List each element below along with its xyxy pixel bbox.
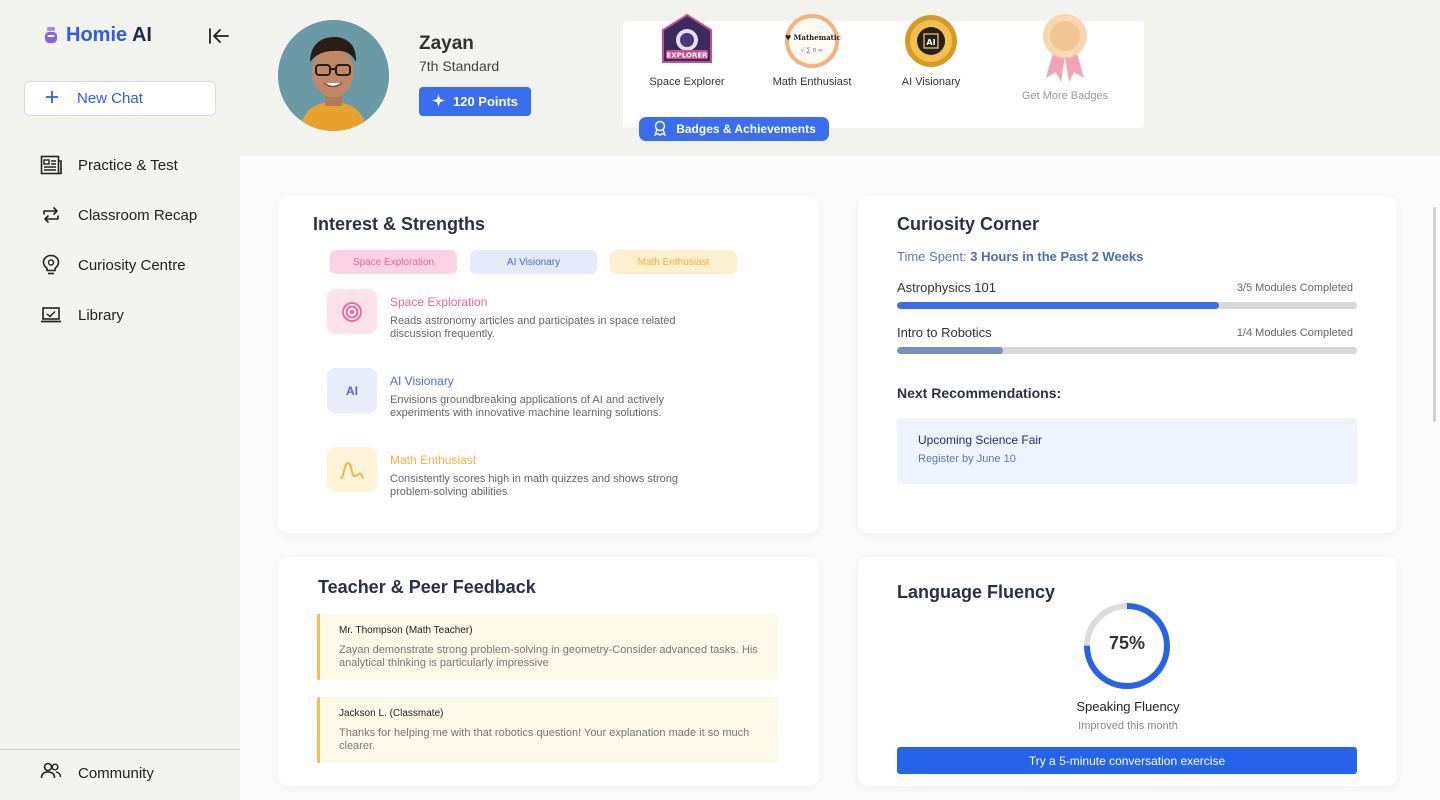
chip-space-exploration[interactable]: Space Exploration [330,250,457,274]
badges-button-label: Badges & Achievements [676,122,816,136]
sidebar-divider [0,749,240,750]
course-name: Intro to Robotics [897,325,992,340]
time-spent: Time Spent: 3 Hours in the Past 2 Weeks [897,249,1144,264]
users-icon [40,762,62,784]
sidebar-item-library[interactable]: Library [40,290,197,340]
get-more-badges-label: Get More Badges [1021,90,1109,102]
sidebar-item-classroom-recap[interactable]: Classroom Recap [40,190,197,240]
sidebar-item-practice-test[interactable]: Practice & Test [40,140,197,190]
course-progress-track [897,302,1357,309]
interest-title: Interest & Strengths [313,214,486,234]
feedback-author: Mr. Thompson (Math Teacher) [339,625,473,636]
medal-icon [652,120,668,139]
plus-icon [45,90,59,108]
course-name: Astrophysics 101 [897,280,996,295]
recommendation-subtitle: Register by June 10 [918,453,1016,465]
sidebar-item-curiosity-centre[interactable]: Curiosity Centre [40,240,197,290]
badge-space-explorer[interactable]: EXPLORER Space Explorer [632,12,742,88]
badge-math-enthusiast[interactable]: I ♥ Mathematics √ ∑ π ∞ Math Enthusiast [757,12,867,88]
chip-ai-visionary[interactable]: AI Visionary [470,250,597,274]
profile-name: Zayan [419,33,474,54]
feedback-item: Mr. Thompson (Math Teacher) Zayan demons… [317,614,778,680]
sidebar-item-label: Classroom Recap [78,206,198,224]
recommendation-card[interactable]: Upcoming Science Fair Register by June 1… [897,418,1357,484]
repeat-icon [40,204,62,226]
strength-desc: Consistently scores high in math quizzes… [390,473,678,498]
new-chat-label: New Chat [77,90,143,107]
fluency-title: Language Fluency [897,582,1056,602]
fluency-label: Speaking Fluency [1076,699,1180,714]
spiral-icon [327,289,377,334]
strength-title: Space Exploration [390,295,488,309]
wave-icon [327,447,377,492]
space-explorer-badge-icon: EXPLORER [658,12,716,70]
feedback-author: Jackson L. (Classmate) [339,708,444,719]
next-recommendations-label: Next Recommendations: [897,385,1062,401]
sparkle-icon [431,93,445,110]
feedback-item: Jackson L. (Classmate) Thanks for helpin… [317,697,778,763]
feedback-text: Zayan demonstrate strong problem-solving… [339,644,758,669]
brand-name: Homie AI [66,24,152,46]
badge-label: Space Explorer [649,76,725,88]
points-label: 120 Points [452,94,519,109]
sidebar-item-label: Library [78,306,124,324]
ai-visionary-badge-icon: AI [902,12,960,70]
math-enthusiast-badge-icon: I ♥ Mathematics √ ∑ π ∞ [779,12,845,70]
sidebar-item-label: Practice & Test [78,156,178,174]
newspaper-icon [40,154,62,176]
strength-desc: Envisions groundbreaking applications of… [390,394,664,419]
course-status: 3/5 Modules Completed [1236,282,1353,294]
new-chat-button[interactable]: New Chat [24,81,216,116]
badge-label: AI Visionary [901,76,961,88]
scrollbar[interactable] [1433,207,1436,422]
course-status: 1/4 Modules Completed [1236,327,1353,339]
strength-title: AI Visionary [390,374,454,388]
feedback-text: Thanks for helping me with that robotics… [339,727,750,752]
curiosity-title: Curiosity Corner [897,214,1040,234]
ai-icon: AI [327,368,377,413]
community-label: Community [78,764,154,782]
badges-achievements-button[interactable]: Badges & Achievements [639,117,829,141]
laptop-icon [40,304,62,326]
badge-ai-visionary[interactable]: AI AI Visionary [876,12,986,88]
brand[interactable]: Homie AI [44,24,152,47]
fluency-sublabel: Improved this month [1078,720,1178,732]
course-progress-fill [897,302,1219,309]
time-spent-value: 3 Hours in the Past 2 Weeks [970,249,1144,264]
sidebar-nav: Practice & Test Classroom Recap Curiosit… [40,140,197,340]
svg-text:EXPLORER: EXPLORER [666,52,708,60]
course-progress-fill [897,347,1003,354]
conversation-exercise-button[interactable]: Try a 5-minute conversation exercise [897,747,1357,774]
svg-text:AI: AI [926,38,935,47]
sidebar: Homie AI New Chat Practice & Test Classr… [0,0,240,800]
strength-title: Math Enthusiast [390,453,477,467]
chip-math-enthusiast[interactable]: Math Enthusiast [610,250,737,274]
course-progress-track [897,347,1357,354]
get-more-badges[interactable]: Get More Badges [1010,12,1120,102]
fluency-percent: 75% [1108,633,1146,653]
sidebar-item-label: Curiosity Centre [78,256,186,274]
lightbulb-icon [40,254,62,276]
profile-grade: 7th Standard [419,58,500,74]
badge-label: Math Enthusiast [772,76,852,88]
recommendation-title: Upcoming Science Fair [918,433,1043,447]
award-ribbon-icon [1040,12,1090,84]
points-button[interactable]: 120 Points [419,87,531,116]
collapse-sidebar-icon[interactable] [206,26,230,46]
sidebar-item-community[interactable]: Community [40,762,154,784]
svg-text:I ♥ Mathematics: I ♥ Mathematics [783,33,841,42]
strength-desc: Reads astronomy articles and participate… [390,315,676,340]
robot-logo-icon [44,26,58,45]
svg-text:√ ∑ π ∞: √ ∑ π ∞ [801,47,823,54]
feedback-title: Teacher & Peer Feedback [318,577,536,597]
avatar[interactable] [278,20,389,131]
